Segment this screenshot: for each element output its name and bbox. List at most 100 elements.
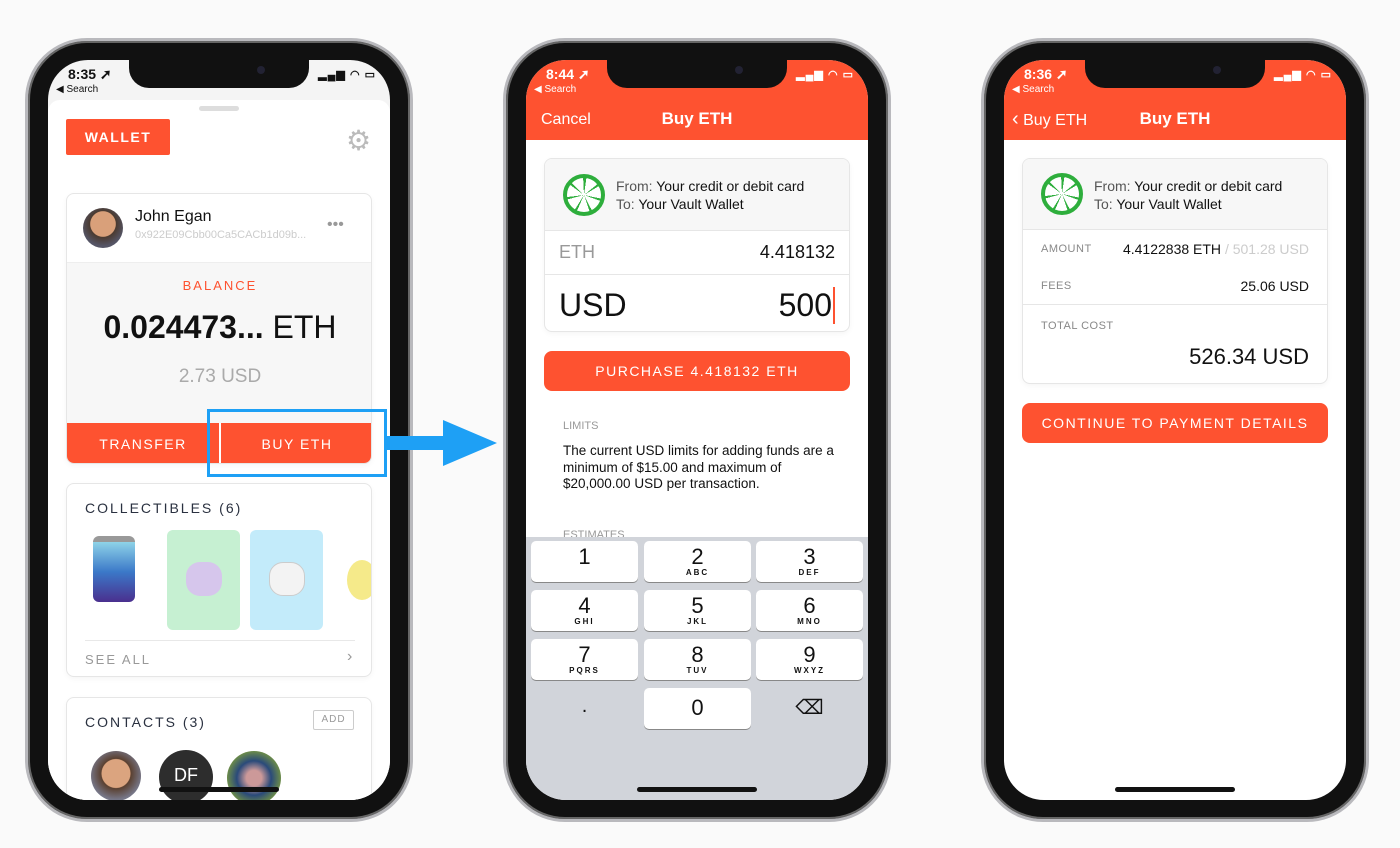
from-line: From: Your credit or debit card <box>616 178 805 194</box>
contacts-card: CONTACTS (3) ADD DF <box>66 697 372 800</box>
transfer-summary: From: Your credit or debit card To: Your… <box>1023 159 1327 230</box>
home-indicator <box>1115 787 1235 792</box>
delete-key-icon[interactable]: ⌫ <box>756 688 863 729</box>
status-time: 8:36 ➚ <box>1024 66 1068 82</box>
notch <box>1085 60 1265 88</box>
status-indicators: ▂▄▆ ◠ ▭ <box>1274 69 1332 81</box>
purchase-button[interactable]: PURCHASE 4.418132 ETH <box>544 351 850 391</box>
collectible-partial[interactable] <box>347 560 371 600</box>
divider <box>85 640 355 641</box>
collectible-jar[interactable] <box>93 536 135 602</box>
contacts-title: CONTACTS (3) <box>85 714 206 730</box>
sheet-handle[interactable] <box>199 106 239 111</box>
key-4[interactable]: 4 GHI <box>531 590 638 631</box>
balance-amount: 0.024473... ETH <box>103 309 337 345</box>
key-5[interactable]: 5 JKL <box>644 590 751 631</box>
from-line: From: Your credit or debit card <box>1094 178 1283 194</box>
avatar <box>83 208 123 248</box>
page-title: Buy ETH <box>661 109 733 128</box>
key-digit: 4 <box>578 593 591 618</box>
total-label: TOTAL COST <box>1041 320 1114 332</box>
collectible-kitty-blue[interactable] <box>250 530 323 630</box>
home-indicator <box>159 787 279 792</box>
key-digit: 2 <box>691 544 704 569</box>
status-time: 8:35 ➚ <box>68 66 112 82</box>
numeric-keypad: 1 2 ABC 3 DEF 4 GHI 5 JKL 6 MNO 7 PQRS 8 TUV 9 WXYZ . 0 … <box>526 537 868 800</box>
usd-amount-input[interactable]: 500 <box>779 287 835 324</box>
key-letters: JKL <box>686 617 709 626</box>
key-digit: 3 <box>803 544 816 569</box>
wallet-button[interactable]: WALLET <box>66 119 170 155</box>
eth-label: ETH <box>559 242 595 262</box>
continue-button[interactable]: CONTINUE TO PAYMENT DETAILS <box>1022 403 1328 443</box>
collectibles-title: COLLECTIBLES (6) <box>85 500 243 516</box>
transfer-button[interactable]: TRANSFER <box>67 423 219 463</box>
usd-label: USD <box>559 287 627 323</box>
key-letters: PQRS <box>569 666 600 675</box>
account-address: 0x922E09Cbb00Ca5CACb1d09b... <box>135 229 307 241</box>
key-letters: MNO <box>797 617 822 626</box>
back-to-search[interactable]: ◀ Search <box>1012 84 1054 95</box>
key-9[interactable]: 9 WXYZ <box>756 639 863 680</box>
key-0[interactable]: 0 <box>644 688 751 729</box>
amount-label: AMOUNT <box>1041 243 1092 255</box>
key-1[interactable]: 1 <box>531 541 638 582</box>
balance-panel: BALANCE 0.024473... ETH 2.73 USD <box>67 262 371 423</box>
balance-usd: 2.73 USD <box>178 366 262 387</box>
gear-icon[interactable]: ⚙ <box>346 124 371 157</box>
key-digit: 5 <box>691 593 704 618</box>
limits-label: LIMITS <box>563 420 599 432</box>
key-digit: 7 <box>578 642 591 667</box>
key-7[interactable]: 7 PQRS <box>531 639 638 680</box>
key-letters: TUV <box>686 666 709 675</box>
back-to-search[interactable]: ◀ Search <box>534 84 576 95</box>
key-letters: DEF <box>798 568 821 577</box>
status-indicators: ▂▄▆ ◠ ▭ <box>318 69 376 81</box>
add-contact-button[interactable]: ADD <box>313 710 354 730</box>
to-line: To: Your Vault Wallet <box>1094 196 1222 212</box>
balance-label: BALANCE <box>182 278 258 293</box>
arrow-shaft <box>387 436 447 450</box>
home-indicator <box>637 787 757 792</box>
key-digit: 9 <box>803 642 816 667</box>
contact-avatar[interactable] <box>227 751 281 800</box>
notch <box>607 60 787 88</box>
chevron-right-icon[interactable]: › <box>347 648 352 666</box>
highlight-box <box>207 409 387 477</box>
contact-avatar[interactable] <box>91 751 141 800</box>
total-value: 526.34 USD <box>1189 344 1309 369</box>
to-line: To: Your Vault Wallet <box>616 196 744 212</box>
divider <box>545 274 849 275</box>
key-2[interactable]: 2 ABC <box>644 541 751 582</box>
key-letters: ABC <box>685 568 710 577</box>
key-6[interactable]: 6 MNO <box>756 590 863 631</box>
review-screen: 8:36 ➚ ◀ Search ▂▄▆ ◠ ▭ ‹ Buy ETH Buy ET… <box>1004 60 1346 800</box>
key-3[interactable]: 3 DEF <box>756 541 863 582</box>
collectibles-card: COLLECTIBLES (6) SEE ALL › <box>66 483 372 677</box>
key-8[interactable]: 8 TUV <box>644 639 751 680</box>
more-icon[interactable]: ••• <box>327 216 344 234</box>
network-icon <box>1041 173 1083 215</box>
see-all-link[interactable]: SEE ALL <box>85 652 151 667</box>
key-letters: GHI <box>574 617 595 626</box>
limits-text: The current USD limits for adding funds … <box>563 443 834 491</box>
buy-eth-screen: 8:44 ➚ ◀ Search ▂▄▆ ◠ ▭ Cancel Buy ETH F… <box>526 60 868 800</box>
summary-card: From: Your credit or debit card To: Your… <box>1022 158 1328 384</box>
page-title: Buy ETH <box>1139 109 1211 128</box>
key-dot[interactable]: . <box>531 688 638 729</box>
key-letters: WXYZ <box>793 666 826 675</box>
notch <box>129 60 309 88</box>
transfer-summary: From: Your credit or debit card To: Your… <box>545 159 849 231</box>
network-icon <box>563 174 605 216</box>
back-to-search[interactable]: ◀ Search <box>56 84 98 95</box>
contact-avatar-initials[interactable]: DF <box>159 750 213 800</box>
purchase-card: From: Your credit or debit card To: Your… <box>544 158 850 332</box>
arrow-right-icon <box>443 420 497 466</box>
collectible-kitty-green[interactable] <box>167 530 240 630</box>
amount-value: 4.4122838 ETH / 501.28 USD <box>1122 241 1309 257</box>
key-digit: 1 <box>578 544 591 569</box>
fees-value: 25.06 USD <box>1240 278 1310 294</box>
divider <box>1023 304 1327 305</box>
status-indicators: ▂▄▆ ◠ ▭ <box>796 69 854 81</box>
account-name: John Egan <box>135 208 212 225</box>
